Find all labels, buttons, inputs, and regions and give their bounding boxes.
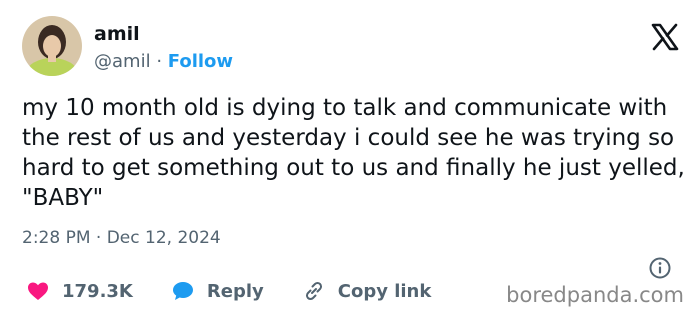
copy-link-label: Copy link xyxy=(337,280,432,302)
user-info: amil @amil · Follow xyxy=(94,21,233,75)
tweet-timestamp[interactable]: 2:28 PM · Dec 12, 2024 xyxy=(22,228,221,248)
like-button[interactable]: 179.3K xyxy=(26,279,133,303)
tweet-text: my 10 month old is dying to talk and com… xyxy=(22,95,685,211)
separator-dot: · xyxy=(156,51,163,72)
user-handle[interactable]: @amil xyxy=(94,51,151,72)
handle-row: @amil · Follow xyxy=(94,49,233,75)
copy-link-button[interactable]: Copy link xyxy=(302,279,432,303)
like-count: 179.3K xyxy=(62,280,133,302)
follow-button[interactable]: Follow xyxy=(168,51,233,72)
avatar[interactable] xyxy=(22,16,82,76)
tweet-header: amil @amil · Follow xyxy=(22,16,682,78)
speech-bubble-icon xyxy=(171,279,195,303)
display-name[interactable]: amil xyxy=(94,21,233,47)
tweet-actions: 179.3K Reply Copy link xyxy=(26,277,456,305)
heart-icon xyxy=(26,279,50,303)
reply-label: Reply xyxy=(206,280,264,302)
x-logo-icon[interactable] xyxy=(650,22,680,52)
reply-button[interactable]: Reply xyxy=(171,279,264,303)
info-icon[interactable] xyxy=(648,256,672,280)
link-icon xyxy=(302,279,326,303)
watermark: boredpanda.com xyxy=(506,283,684,307)
